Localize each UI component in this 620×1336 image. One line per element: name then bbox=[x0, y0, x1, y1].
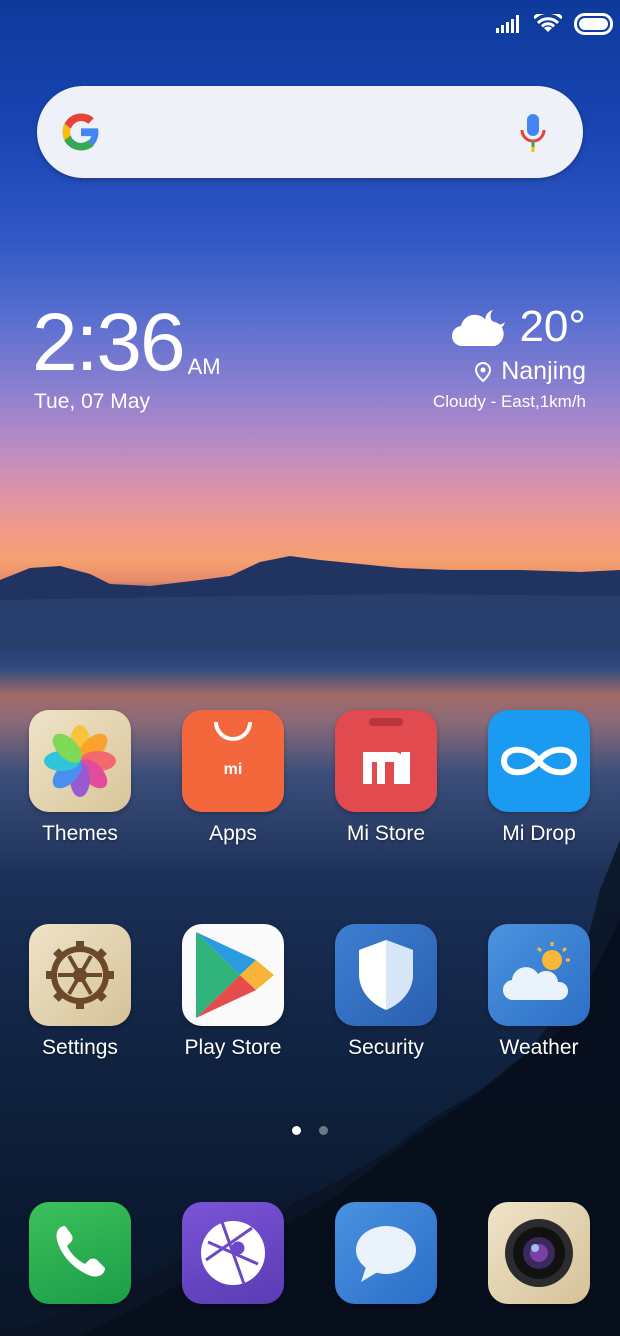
dock-camera[interactable] bbox=[469, 1202, 609, 1304]
google-logo-icon bbox=[62, 113, 99, 151]
app-label: Mi Drop bbox=[502, 822, 576, 845]
clock-time: 2:36 bbox=[32, 297, 186, 388]
phone-icon bbox=[29, 1202, 131, 1304]
app-play-store[interactable]: Play Store bbox=[163, 924, 303, 1060]
app-label: Weather bbox=[499, 1036, 579, 1059]
dock-messaging[interactable] bbox=[316, 1202, 456, 1304]
apps-icon: mi bbox=[182, 710, 284, 812]
page-dot-1[interactable] bbox=[292, 1126, 301, 1135]
google-search-bar[interactable] bbox=[37, 86, 583, 178]
page-indicator[interactable] bbox=[0, 1126, 620, 1135]
clock-ampm: AM bbox=[187, 354, 221, 379]
mi-store-icon bbox=[335, 710, 437, 812]
weather-city: Nanjing bbox=[501, 357, 586, 385]
battery-icon bbox=[574, 13, 613, 35]
app-label: Security bbox=[348, 1036, 424, 1059]
weather-temperature: 20° bbox=[519, 302, 586, 351]
svg-text:mi: mi bbox=[224, 761, 243, 778]
play-store-icon bbox=[182, 924, 284, 1026]
app-label: Mi Store bbox=[346, 822, 426, 845]
app-apps[interactable]: mi Apps bbox=[163, 710, 303, 846]
wallpaper-mountains bbox=[0, 556, 620, 650]
wifi-icon bbox=[534, 14, 562, 32]
dock-browser[interactable] bbox=[163, 1202, 303, 1304]
signal-icon bbox=[496, 15, 519, 33]
app-weather[interactable]: Weather bbox=[469, 924, 609, 1060]
status-bar bbox=[496, 10, 620, 38]
dock-phone[interactable] bbox=[10, 1202, 150, 1304]
mic-icon[interactable] bbox=[519, 112, 547, 154]
mi-drop-icon bbox=[488, 710, 590, 812]
weather-icon bbox=[488, 924, 590, 1026]
weather-widget[interactable]: 20° Nanjing Cloudy - East,1km/h bbox=[433, 305, 586, 412]
clock-widget[interactable]: 2:36 AM Tue, 07 May bbox=[32, 300, 221, 414]
themes-icon bbox=[29, 710, 131, 812]
settings-icon bbox=[29, 924, 131, 1026]
cloudy-night-icon bbox=[452, 310, 506, 347]
app-themes[interactable]: Themes bbox=[10, 710, 150, 846]
app-label: Settings bbox=[42, 1036, 118, 1059]
app-label: Play Store bbox=[184, 1036, 282, 1059]
app-label: Apps bbox=[209, 822, 257, 845]
app-security[interactable]: Security bbox=[316, 924, 456, 1060]
camera-icon bbox=[488, 1202, 590, 1304]
app-label: Themes bbox=[42, 822, 118, 845]
app-mi-store[interactable]: Mi Store bbox=[316, 710, 456, 846]
app-mi-drop[interactable]: Mi Drop bbox=[469, 710, 609, 846]
location-pin-icon bbox=[475, 361, 492, 382]
messaging-icon bbox=[335, 1202, 437, 1304]
app-settings[interactable]: Settings bbox=[10, 924, 150, 1060]
security-icon bbox=[335, 924, 437, 1026]
page-dot-2[interactable] bbox=[319, 1126, 328, 1135]
clock-date: Tue, 07 May bbox=[34, 390, 150, 413]
browser-icon bbox=[182, 1202, 284, 1304]
weather-description: Cloudy - East,1km/h bbox=[432, 392, 586, 411]
